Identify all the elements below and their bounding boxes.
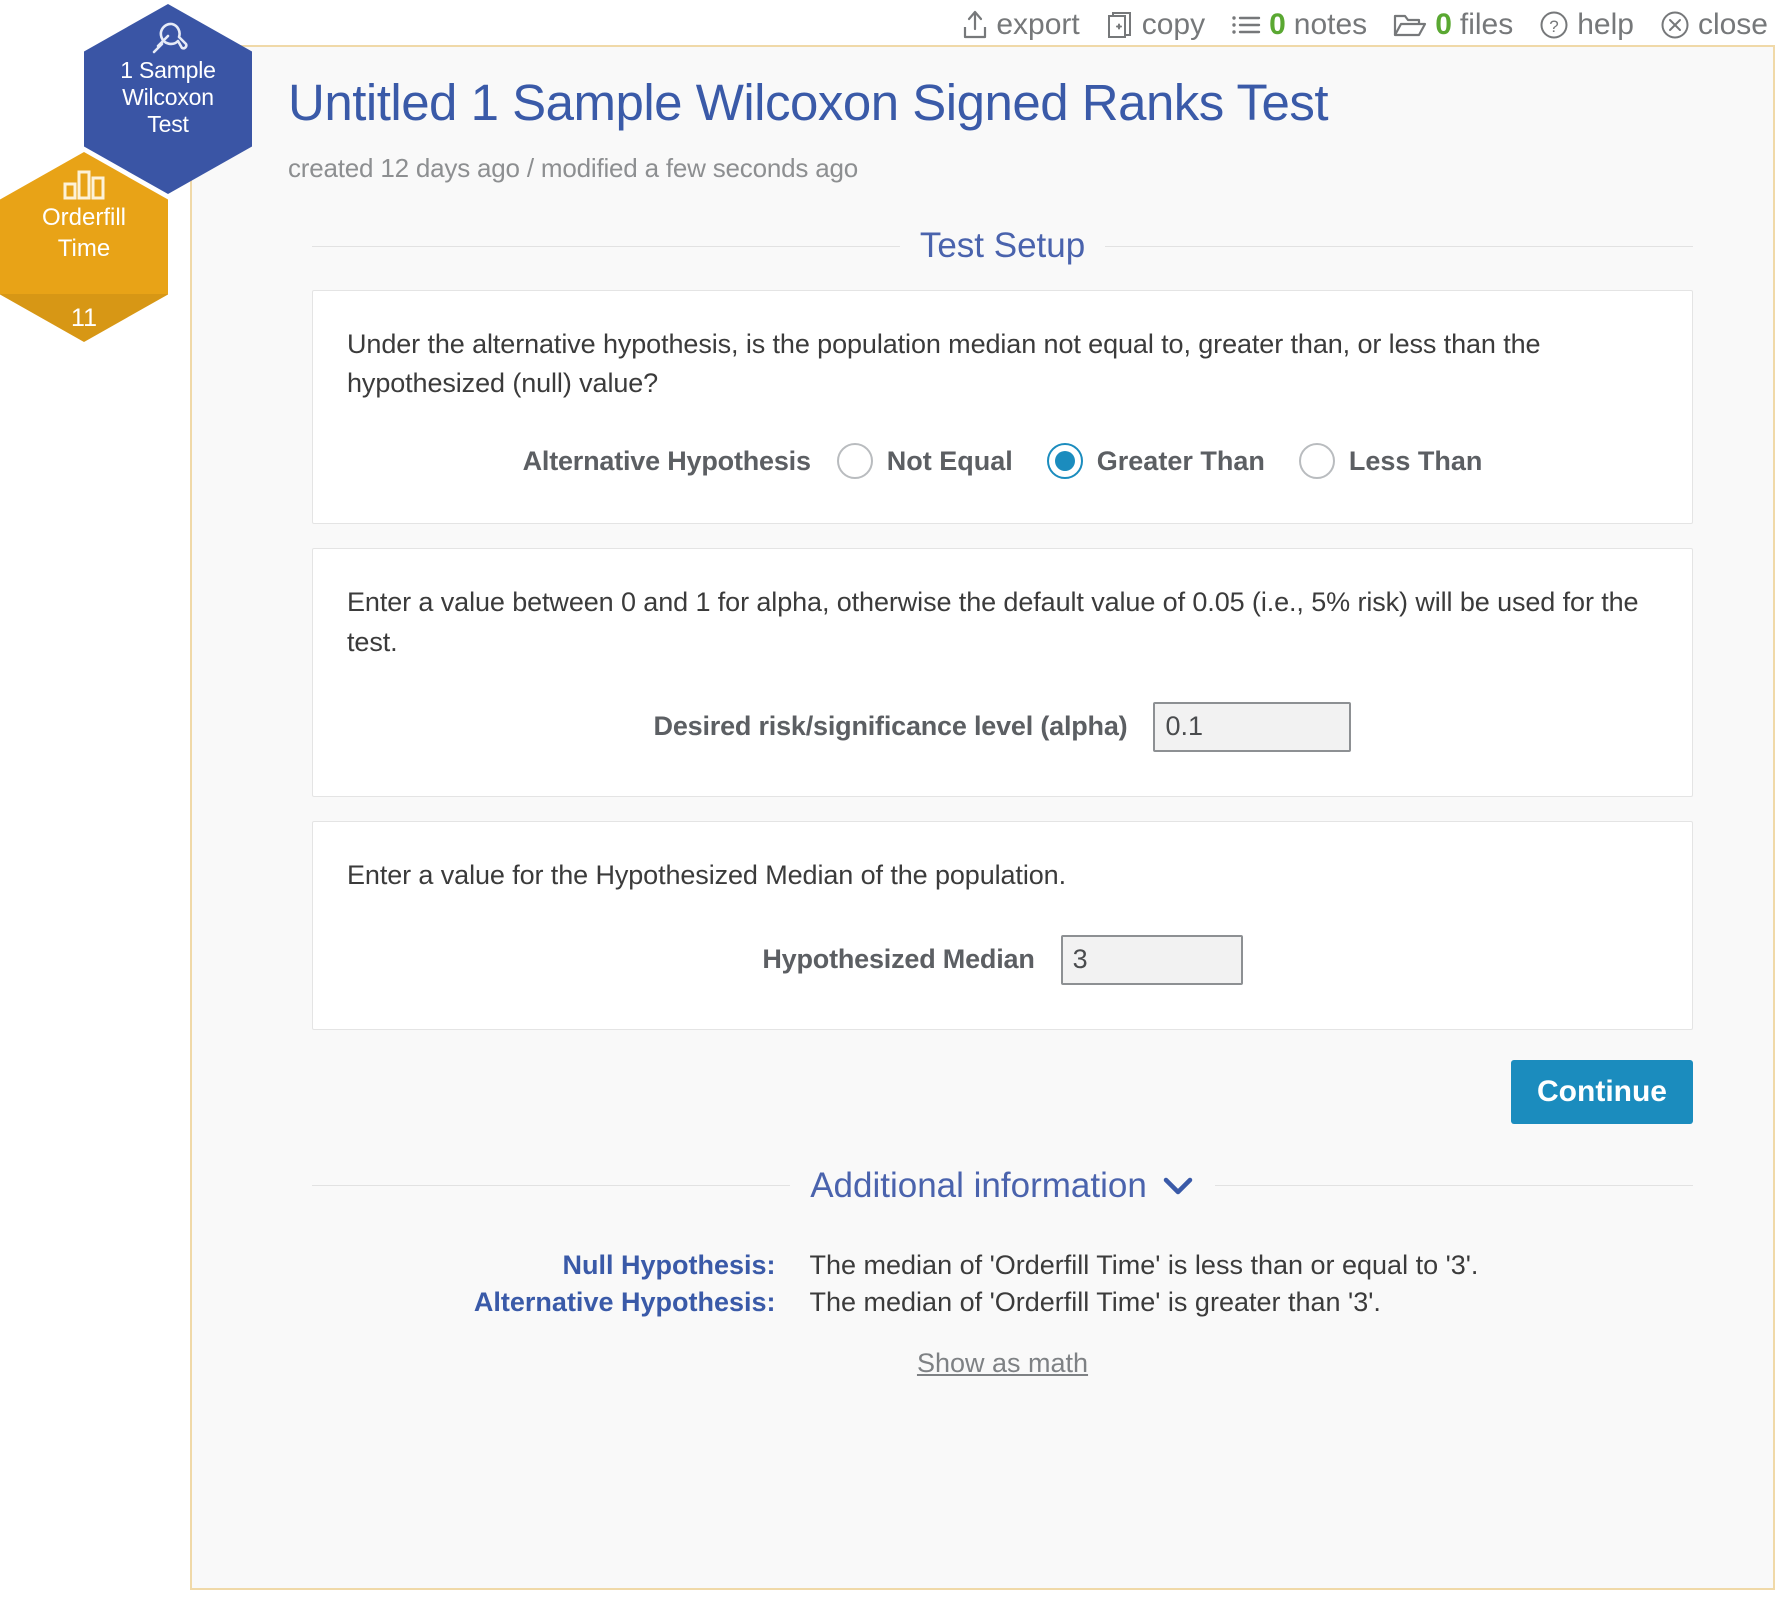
data-badge-line1: Orderfill <box>41 204 126 231</box>
export-icon <box>962 10 988 40</box>
badge-stack: Orderfill Time 11 1 Sample Wilcoxon Test <box>0 0 300 360</box>
data-badge-count: 11 <box>0 294 168 342</box>
action-row: Continue <box>312 1059 1693 1124</box>
hypothesis-statements: Null Hypothesis: The median of 'Orderfil… <box>288 1250 1717 1379</box>
test-setup-section-header: Test Setup <box>288 226 1717 266</box>
alternative-hypothesis-question: Under the alternative hypothesis, is the… <box>347 329 1541 399</box>
radio-greater-than[interactable] <box>1046 443 1083 480</box>
alpha-question: Enter a value between 0 and 1 for alpha,… <box>347 587 1639 657</box>
radio-label-greater-than: Greater Than <box>1096 445 1265 476</box>
alternative-hypothesis-card: Under the alternative hypothesis, is the… <box>312 290 1693 525</box>
alpha-label: Desired risk/significance level (alpha) <box>653 711 1128 742</box>
files-label: files <box>1459 8 1514 41</box>
divider-left-2 <box>312 1185 791 1187</box>
files-button[interactable]: 0 files <box>1393 10 1513 40</box>
test-badge-line3: Test <box>147 111 189 137</box>
data-badge-line2: Time <box>57 235 111 262</box>
copy-icon <box>1106 10 1134 40</box>
files-count: 0 <box>1435 8 1452 41</box>
bar-chart-icon <box>61 168 107 200</box>
help-button[interactable]: ? help <box>1539 10 1634 40</box>
radio-less-than[interactable] <box>1298 443 1335 480</box>
help-label: help <box>1577 8 1634 41</box>
show-as-math-link[interactable]: Show as math <box>312 1348 1693 1379</box>
export-button[interactable]: export <box>962 8 1080 41</box>
close-label: close <box>1697 8 1768 41</box>
continue-button[interactable]: Continue <box>1511 1059 1693 1124</box>
hypothesized-median-card: Enter a value for the Hypothesized Media… <box>312 820 1693 1030</box>
notes-count: 0 <box>1269 8 1286 41</box>
radio-option-less-than[interactable]: Less Than <box>1298 443 1483 480</box>
close-button[interactable]: close <box>1660 10 1768 40</box>
copy-label: copy <box>1141 8 1206 41</box>
export-label: export <box>996 8 1080 41</box>
close-icon <box>1660 10 1690 40</box>
null-hypothesis-text: The median of 'Orderfill Time' is less t… <box>809 1249 1479 1280</box>
svg-text:?: ? <box>1550 17 1559 36</box>
hypothesized-median-input[interactable] <box>1060 934 1243 985</box>
additional-information-toggle[interactable]: Additional information <box>810 1166 1195 1206</box>
app-root: export copy 0 notes 0 files ? help close… <box>0 0 1792 1612</box>
null-hypothesis-row: Null Hypothesis: The median of 'Orderfil… <box>312 1250 1693 1281</box>
hypothesized-median-label: Hypothesized Median <box>762 944 1035 975</box>
alpha-field-row: Desired risk/significance level (alpha) <box>347 701 1658 752</box>
alternative-hypothesis-field-row: Alternative Hypothesis Not Equal Greater… <box>347 443 1658 480</box>
radio-not-equal[interactable] <box>836 443 873 480</box>
notes-label: notes <box>1293 8 1368 41</box>
chevron-down-icon <box>1161 1166 1195 1206</box>
radio-label-not-equal: Not Equal <box>886 445 1013 476</box>
files-icon <box>1393 11 1427 39</box>
additional-information-section-header: Additional information <box>288 1166 1717 1206</box>
null-hypothesis-label: Null Hypothesis: <box>562 1249 776 1280</box>
radio-label-less-than: Less Than <box>1348 445 1483 476</box>
divider-left <box>312 245 900 247</box>
alternative-hypothesis-radio-group: Not Equal Greater Than Less Than <box>836 443 1483 480</box>
hypothesized-median-field-row: Hypothesized Median <box>347 934 1658 985</box>
test-badge-line2: Wilcoxon <box>122 84 214 110</box>
radio-option-not-equal[interactable]: Not Equal <box>836 443 1013 480</box>
alternative-hypothesis-label: Alternative Hypothesis <box>522 445 811 476</box>
divider-right-2 <box>1214 1185 1693 1187</box>
additional-information-title: Additional information <box>810 1165 1147 1205</box>
divider-right <box>1105 245 1694 247</box>
notes-button[interactable]: 0 notes <box>1231 10 1367 40</box>
test-badge-line1: 1 Sample <box>120 57 216 83</box>
notes-icon <box>1231 11 1261 39</box>
data-badge-orderfill-time[interactable]: Orderfill Time 11 <box>0 152 168 342</box>
main-panel: Untitled 1 Sample Wilcoxon Signed Ranks … <box>190 45 1775 1590</box>
test-badge-wilcoxon[interactable]: 1 Sample Wilcoxon Test <box>84 4 252 194</box>
alternative-hypothesis-row: Alternative Hypothesis: The median of 'O… <box>312 1287 1693 1318</box>
copy-button[interactable]: copy <box>1106 10 1205 40</box>
page-title: Untitled 1 Sample Wilcoxon Signed Ranks … <box>288 74 1329 131</box>
alpha-card: Enter a value between 0 and 1 for alpha,… <box>312 548 1693 797</box>
wrench-icon <box>148 20 188 56</box>
alpha-input[interactable] <box>1153 701 1352 752</box>
page-subtitle: created 12 days ago / modified a few sec… <box>288 153 858 184</box>
hypothesized-median-question: Enter a value for the Hypothesized Media… <box>347 859 1066 890</box>
radio-option-greater-than[interactable]: Greater Than <box>1046 443 1265 480</box>
test-setup-title: Test Setup <box>919 226 1086 266</box>
alternative-hypothesis-statement-text: The median of 'Orderfill Time' is greate… <box>809 1286 1381 1317</box>
help-icon: ? <box>1539 10 1569 40</box>
alternative-hypothesis-statement-label: Alternative Hypothesis: <box>473 1286 776 1317</box>
